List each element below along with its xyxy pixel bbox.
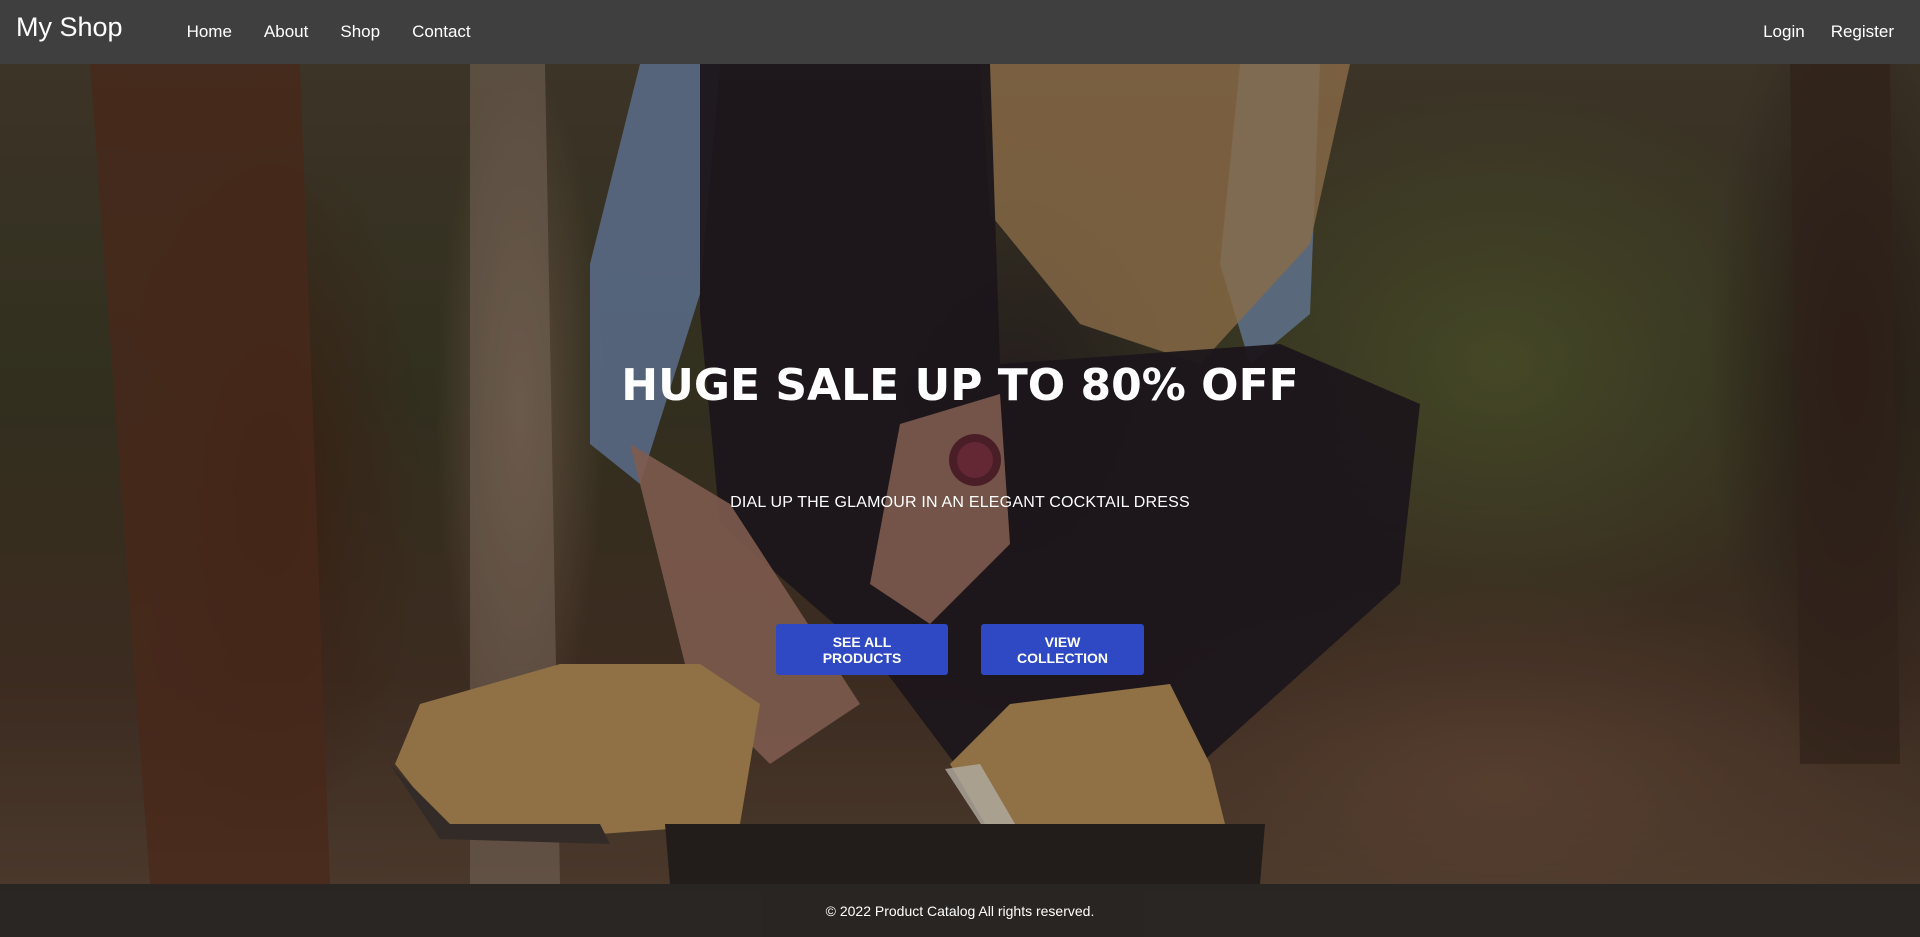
hero-banner: HUGE SALE UP TO 80% OFF DIAL UP THE GLAM… <box>0 64 1920 884</box>
navbar: My Shop Home About Shop Contact Login Re… <box>0 0 1920 64</box>
nav-link-contact[interactable]: Contact <box>396 22 487 42</box>
copyright-text: © 2022 Product Catalog All rights reserv… <box>825 902 1095 919</box>
hero-buttons: SEE ALL PRODUCTS VIEW COLLECTION <box>0 624 1920 675</box>
hero-subtitle: DIAL UP THE GLAMOUR IN AN ELEGANT COCKTA… <box>730 494 1190 511</box>
brand-logo[interactable]: My Shop <box>16 12 123 43</box>
nav-auth-links: Login Register <box>1747 22 1904 42</box>
hero-title: HUGE SALE UP TO 80% OFF <box>621 360 1299 411</box>
hero-content: HUGE SALE UP TO 80% OFF DIAL UP THE GLAM… <box>0 64 1920 884</box>
nav-links: Home About Shop Contact <box>171 22 487 42</box>
nav-link-about[interactable]: About <box>248 22 324 42</box>
footer: © 2022 Product Catalog All rights reserv… <box>0 884 1920 937</box>
register-link[interactable]: Register <box>1815 22 1904 42</box>
page: My Shop Home About Shop Contact Login Re… <box>0 0 1920 937</box>
see-all-products-button[interactable]: SEE ALL PRODUCTS <box>776 624 948 675</box>
nav-link-shop[interactable]: Shop <box>324 22 396 42</box>
nav-link-home[interactable]: Home <box>171 22 248 42</box>
login-link[interactable]: Login <box>1747 22 1815 42</box>
view-collection-button[interactable]: VIEW COLLECTION <box>981 624 1144 675</box>
